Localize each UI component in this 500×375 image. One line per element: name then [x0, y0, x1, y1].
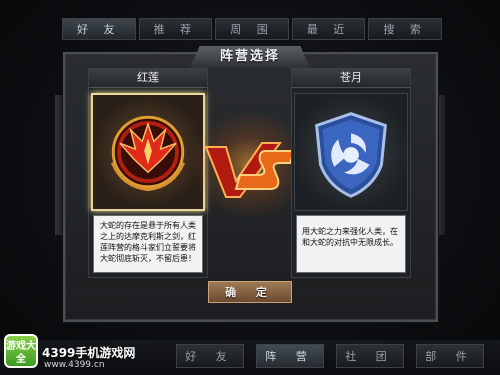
azure-moon-emblem-icon[interactable] [294, 93, 408, 211]
faction-description: 大蛇的存在是悬于所有人类之上的达摩克利斯之剑，红莲阵营的格斗家们立誓要将大蛇彻底… [93, 215, 203, 273]
right-frame-rail [437, 95, 445, 235]
top-tab-bar: 好 友 推 荐 周 围 最 近 搜 索 [62, 18, 442, 40]
dialog-title: 阵营选择 [190, 46, 310, 68]
bottom-tab-friends[interactable]: 好 友 [176, 344, 244, 368]
bottom-tab-parts[interactable]: 部 件 [416, 344, 484, 368]
faction-card-azure-moon[interactable]: 苍月 用大蛇之力来强化人类，在和大蛇的对抗中无限成长。 [291, 68, 411, 278]
left-frame-rail [55, 95, 63, 235]
bottom-tab-faction[interactable]: 阵 营 [256, 344, 324, 368]
tab-friends[interactable]: 好 友 [62, 18, 136, 40]
faction-name: 红莲 [89, 69, 207, 88]
watermark-url: www.4399.cn [44, 360, 105, 370]
red-lotus-emblem-icon[interactable] [91, 93, 205, 211]
tab-search[interactable]: 搜 索 [368, 18, 442, 40]
watermark-site-name: 4399手机游戏网 [42, 346, 136, 360]
faction-description: 用大蛇之力来强化人类，在和大蛇的对抗中无限成长。 [296, 215, 406, 273]
tab-recommend[interactable]: 推 荐 [138, 18, 213, 40]
watermark-logo: 游戏大全 [4, 334, 38, 368]
bottom-tab-club[interactable]: 社 团 [336, 344, 404, 368]
faction-name: 苍月 [292, 69, 410, 88]
confirm-button[interactable]: 确 定 [208, 281, 292, 303]
tab-nearby[interactable]: 周 围 [215, 18, 289, 40]
versus-icon [204, 142, 296, 198]
tab-recent[interactable]: 最 近 [291, 18, 366, 40]
